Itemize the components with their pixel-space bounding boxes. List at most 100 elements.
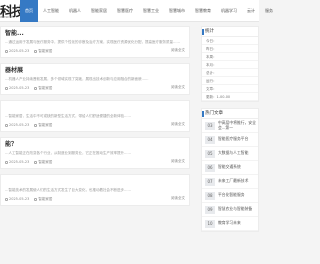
category-meta: 智能家居	[34, 86, 52, 91]
article-title[interactable]: 器材展	[5, 67, 185, 75]
clock-icon	[5, 86, 8, 90]
read-more-link[interactable]: 阅读全文	[171, 48, 185, 53]
nav-item-cloud[interactable]: 云计	[242, 0, 260, 22]
article-card[interactable]: …智能家居，生活中不可或缺的新型生活方式，带给人们舒适便捷的全新体验…… 202…	[0, 100, 190, 132]
hot-article-link[interactable]: 智慧农业与智能装备	[218, 207, 252, 212]
folder-icon	[34, 160, 38, 164]
stat-row: 今日：	[202, 37, 258, 45]
article-card[interactable]: 器材展 …机器人产业持续蓬勃发展，多个领域实现了突破，展现出技术创新与应用融合的…	[0, 63, 190, 95]
clock-icon	[5, 197, 8, 201]
stat-row: 本月：	[202, 61, 258, 69]
hot-articles-title: 热门文章	[202, 109, 258, 119]
article-meta: 2025-05-23 智能家居 阅读全文	[5, 159, 185, 165]
hot-article-item[interactable]: 04 智能医疗服务平台	[202, 133, 258, 147]
read-more-link[interactable]: 阅读全文	[171, 159, 185, 164]
nav-item-ai[interactable]: 人工智能	[38, 0, 64, 22]
date-meta: 2025-05-23	[5, 197, 29, 201]
nav-item-service[interactable]: 服务	[260, 0, 278, 22]
nav-item-robot[interactable]: 机器人	[64, 0, 86, 22]
article-excerpt: …智能家居，生活中不可或缺的新型生活方式，带给人们舒适便捷的全新体验……	[5, 114, 131, 118]
article-excerpt: …机器人产业持续蓬勃发展，多个领域实现了突破，展现出技术创新与应用融合的新面貌……	[5, 77, 149, 81]
nav-item-smart-education[interactable]: 智慧教育	[190, 0, 216, 22]
article-card[interactable]: …智能技术的发展使人们的生活方式发生了巨大变化，也推动着社会不断进步…… 202…	[0, 174, 190, 206]
stat-row: 文章：	[202, 85, 258, 93]
hot-article-item[interactable]: 07 未来工厂最新技术	[202, 175, 258, 189]
stat-row: 昨日：	[202, 45, 258, 53]
stats-box: 统计 今日： 昨日： 本周： 本月： 总计： 运行： 文章： 更新：1-00-0…	[201, 26, 259, 102]
hot-article-link[interactable]: 未来工厂最新技术	[218, 179, 248, 184]
article-category[interactable]: 智能家居	[38, 123, 52, 128]
stat-row: 运行：	[202, 77, 258, 85]
hot-article-item[interactable]: 03 中高层中将推行，安全会...第一	[202, 119, 258, 133]
top-bar: 科技 www.cn 首页 人工智能 机器人 智能家居 智慧医疗 智慧工业 智慧城…	[0, 0, 273, 22]
article-title[interactable]	[5, 104, 185, 112]
article-card[interactable]: 智能... …通过运用于发展与医疗服务中，提供个性化的诊断及治疗方案，实现医疗资…	[0, 26, 190, 58]
article-category[interactable]: 智能家居	[38, 49, 52, 54]
article-category[interactable]: 智能家居	[38, 197, 52, 202]
rank-badge: 09	[205, 205, 215, 214]
date-meta: 2025-05-23	[5, 49, 29, 53]
article-category[interactable]: 智能家居	[38, 86, 52, 91]
article-card[interactable]: 能？ …人工智能正在改变各个行业，从制造业到服务业，它正在推动生产效率提升…… …	[0, 137, 190, 169]
clock-icon	[5, 160, 8, 164]
hot-articles-box: 热门文章 03 中高层中将推行，安全会...第一 04 智能医疗服务平台 05 …	[201, 108, 259, 232]
hot-article-link[interactable]: 大数据与人工智能	[218, 151, 248, 156]
nav-item-smart-industry[interactable]: 智慧工业	[138, 0, 164, 22]
read-more-link[interactable]: 阅读全文	[171, 122, 185, 127]
article-title[interactable]: 能？	[5, 141, 185, 149]
article-date: 2025-05-23	[9, 86, 30, 90]
main-nav: 首页 人工智能 机器人 智能家居 智慧医疗 智慧工业 智慧城市 智慧教育 机器学…	[20, 0, 278, 22]
article-date: 2025-05-23	[9, 197, 30, 201]
article-list: 智能... …通过运用于发展与医疗服务中，提供个性化的诊断及治疗方案，实现医疗资…	[0, 26, 190, 211]
article-meta: 2025-05-23 智能家居 阅读全文	[5, 196, 185, 202]
stat-row: 总计：	[202, 69, 258, 77]
article-date: 2025-05-23	[9, 49, 30, 53]
folder-icon	[34, 49, 38, 53]
article-meta: 2025-05-23 智能家居 阅读全文	[5, 85, 185, 91]
article-date: 2025-05-23	[9, 123, 30, 127]
category-meta: 智能家居	[34, 197, 52, 202]
category-meta: 智能家居	[34, 160, 52, 165]
rank-badge: 10	[205, 219, 215, 228]
folder-icon	[34, 197, 38, 201]
rank-badge: 08	[205, 191, 215, 200]
nav-item-smart-home[interactable]: 智能家居	[86, 0, 112, 22]
article-date: 2025-05-23	[9, 160, 30, 164]
stat-row: 更新：1-00-00	[202, 93, 258, 101]
rank-badge: 03	[205, 121, 215, 130]
article-category[interactable]: 智能家居	[38, 160, 52, 165]
hot-article-item[interactable]: 10 教育学习未来	[202, 217, 258, 231]
hot-article-item[interactable]: 09 智慧农业与智能装备	[202, 203, 258, 217]
nav-item-machine-learning[interactable]: 机器学习	[216, 0, 242, 22]
hot-article-link[interactable]: 智能交通系统	[218, 165, 241, 170]
article-title[interactable]	[5, 178, 185, 186]
article-excerpt: …人工智能正在改变各个行业，从制造业到服务业，它正在推动生产效率提升……	[5, 151, 131, 155]
hot-article-link[interactable]: 中高层中将推行，安全会...第一	[218, 120, 258, 130]
sidebar: 统计 今日： 昨日： 本周： 本月： 总计： 运行： 文章： 更新：1-00-0…	[201, 26, 259, 238]
site-domain: www.cn	[0, 15, 14, 19]
hot-article-link[interactable]: 教育学习未来	[218, 221, 241, 226]
date-meta: 2025-05-23	[5, 123, 29, 127]
hot-article-item[interactable]: 08 平台化智能服务	[202, 189, 258, 203]
article-excerpt: …通过运用于发展与医疗服务中，提供个性化的诊断及治疗方案，实现医疗资源优化分配，…	[5, 40, 180, 44]
article-meta: 2025-05-23 智能家居 阅读全文	[5, 122, 185, 128]
rank-badge: 07	[205, 177, 215, 186]
category-meta: 智能家居	[34, 123, 52, 128]
article-title[interactable]: 智能...	[5, 30, 185, 38]
folder-icon	[34, 123, 38, 127]
read-more-link[interactable]: 阅读全文	[171, 85, 185, 90]
rank-badge: 05	[205, 149, 215, 158]
nav-item-home[interactable]: 首页	[20, 0, 38, 22]
stat-row: 本周：	[202, 53, 258, 61]
article-excerpt: …智能技术的发展使人们的生活方式发生了巨大变化，也推动着社会不断进步……	[5, 188, 131, 192]
hot-article-item[interactable]: 06 智能交通系统	[202, 161, 258, 175]
hot-article-item[interactable]: 05 大数据与人工智能	[202, 147, 258, 161]
date-meta: 2025-05-23	[5, 160, 29, 164]
hot-article-link[interactable]: 智能医疗服务平台	[218, 137, 248, 142]
read-more-link[interactable]: 阅读全文	[171, 196, 185, 201]
hot-article-link[interactable]: 平台化智能服务	[218, 193, 245, 198]
nav-item-smart-medical[interactable]: 智慧医疗	[112, 0, 138, 22]
rank-badge: 04	[205, 135, 215, 144]
nav-item-smart-city[interactable]: 智慧城市	[164, 0, 190, 22]
rank-badge: 06	[205, 163, 215, 172]
